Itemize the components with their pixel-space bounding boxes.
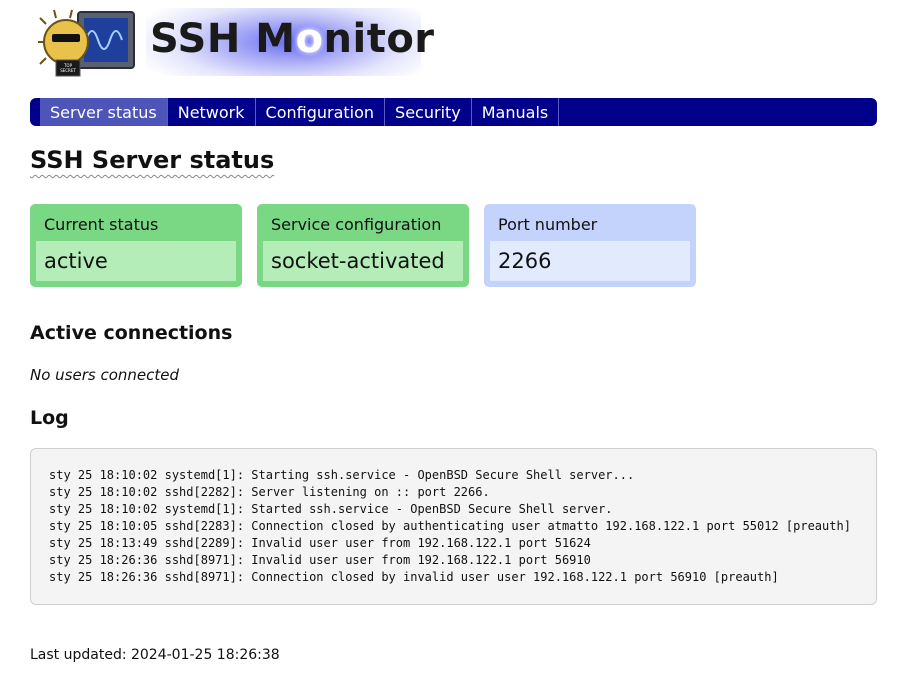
nav-item-security[interactable]: Security: [385, 98, 472, 126]
log-line: sty 25 18:26:36 sshd[8971]: Invalid user…: [49, 553, 591, 567]
page-title: SSH Server status: [30, 146, 275, 174]
card-value: 2266: [490, 241, 690, 281]
log-line: sty 25 18:13:49 sshd[2289]: Invalid user…: [49, 536, 591, 550]
log-line: sty 25 18:10:02 sshd[2282]: Server liste…: [49, 485, 490, 499]
app-title: SSH Monitor: [150, 16, 435, 62]
svg-text:SECRET: SECRET: [60, 68, 76, 73]
log-line: sty 25 18:10:05 sshd[2283]: Connection c…: [49, 519, 851, 533]
card-value: socket-activated: [263, 241, 463, 281]
status-card-service-config: Service configuration socket-activated: [257, 204, 469, 287]
card-label: Service configuration: [271, 215, 442, 234]
connections-heading: Active connections: [30, 322, 233, 344]
card-label: Current status: [44, 215, 159, 234]
app-header: TOP SECRET SSH Monitor: [38, 6, 434, 78]
pufferfish-monitor-icon: TOP SECRET: [38, 9, 135, 77]
status-card-port: Port number 2266: [484, 204, 696, 287]
last-updated-text: Last updated: 2024-01-25 18:26:38: [30, 647, 280, 663]
log-box[interactable]: sty 25 18:10:02 systemd[1]: Starting ssh…: [30, 448, 877, 605]
card-value: active: [36, 241, 236, 281]
log-heading: Log: [30, 407, 69, 429]
log-line: sty 25 18:26:36 sshd[8971]: Connection c…: [49, 570, 779, 584]
nav-item-configuration[interactable]: Configuration: [256, 98, 386, 126]
connections-empty-text: No users connected: [30, 366, 180, 384]
card-label: Port number: [498, 215, 598, 234]
log-line: sty 25 18:10:02 systemd[1]: Starting ssh…: [49, 468, 635, 482]
nav-item-manuals[interactable]: Manuals: [472, 98, 560, 126]
log-line: sty 25 18:10:02 systemd[1]: Started ssh.…: [49, 502, 613, 516]
status-card-current: Current status active: [30, 204, 242, 287]
main-nav: Server status Network Configuration Secu…: [30, 98, 877, 126]
nav-item-server-status[interactable]: Server status: [40, 98, 168, 126]
nav-item-network[interactable]: Network: [168, 98, 256, 126]
